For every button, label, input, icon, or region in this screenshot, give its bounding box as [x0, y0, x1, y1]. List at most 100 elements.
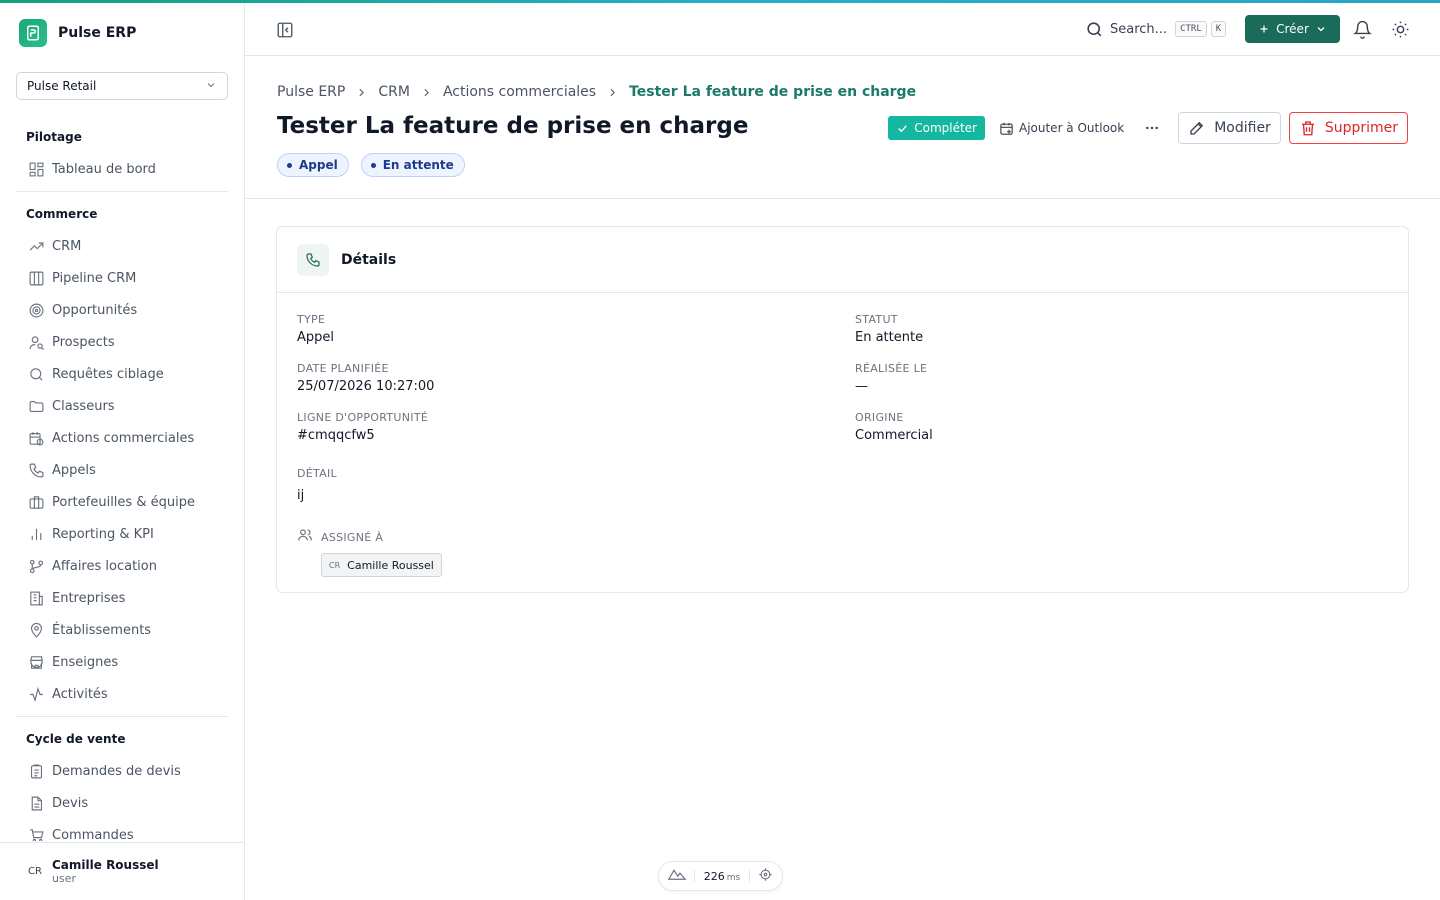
page-actions: Compléter Ajouter à Outlook Modifier Sup… [888, 112, 1408, 144]
nav-divider [16, 191, 228, 192]
sidebar-item-opportunites[interactable]: Opportunités [16, 294, 228, 326]
shortcut-key: CTRL [1175, 21, 1207, 37]
sidebar-item-label: Requêtes ciblage [52, 366, 164, 382]
delete-button[interactable]: Supprimer [1288, 112, 1408, 144]
field-label: ORIGINE [855, 411, 904, 424]
field-label: STATUT [855, 313, 898, 326]
global-search[interactable]: Search... CTRL K [1085, 17, 1230, 41]
field-completed-on: RÉALISÉE LE — [855, 362, 927, 394]
sidebar-item-activites[interactable]: Activités [16, 678, 228, 710]
sidebar: Pulse ERP Pulse Retail Pilotage Tableau … [0, 3, 245, 900]
user-name: Camille Roussel [52, 858, 159, 872]
field-label: LIGNE D'OPPORTUNITÉ [297, 411, 429, 424]
sidebar-item-prospects[interactable]: Prospects [16, 326, 228, 358]
sidebar-item-tableau-de-bord[interactable]: Tableau de bord [16, 153, 228, 185]
complete-button[interactable]: Compléter [888, 116, 985, 140]
phone-icon [297, 243, 329, 276]
chevron-down-icon [1317, 27, 1325, 32]
nav-section-title: Commerce [26, 207, 98, 221]
sidebar-item-requetes-ciblage[interactable]: Requêtes ciblage [16, 358, 228, 390]
brand[interactable]: Pulse ERP [19, 19, 136, 47]
sidebar-item-portefeuilles-equipe[interactable]: Portefeuilles & équipe [16, 486, 228, 518]
sidebar-item-enseignes[interactable]: Enseignes [16, 646, 228, 678]
status-badge: En attente [360, 153, 465, 177]
theme-toggle-button[interactable] [1389, 17, 1411, 41]
target-icon [26, 300, 46, 320]
search-label: Search... [1110, 21, 1168, 37]
building-icon [26, 588, 46, 608]
sidebar-item-label: Pipeline CRM [52, 270, 137, 286]
pencil-icon [1188, 119, 1206, 137]
sidebar-item-actions-commerciales[interactable]: Actions commerciales [16, 422, 228, 454]
map-pin-icon [26, 620, 46, 640]
field-value[interactable]: #cmqqcfw5 [297, 428, 428, 443]
sidebar-item-devis[interactable]: Devis [16, 787, 228, 819]
notifications-button[interactable] [1351, 17, 1373, 41]
branch-icon [26, 556, 46, 576]
field-value: — [855, 379, 868, 394]
sidebar-item-pipeline-crm[interactable]: Pipeline CRM [16, 262, 228, 294]
organization-select-value: Pulse Retail [27, 79, 97, 93]
sidebar-item-label: Reporting & KPI [52, 526, 154, 542]
sidebar-item-label: Tableau de bord [52, 161, 156, 177]
sidebar-item-label: Activités [52, 686, 108, 702]
add-to-outlook-button[interactable]: Ajouter à Outlook [999, 121, 1124, 136]
sidebar-item-commandes[interactable]: Commandes [16, 819, 228, 841]
breadcrumb-item[interactable]: Actions commerciales [443, 84, 596, 100]
field-label: DÉTAIL [297, 467, 337, 480]
assignee-initials: CR [329, 560, 341, 570]
sidebar-item-classeurs[interactable]: Classeurs [16, 390, 228, 422]
delete-button-label: Supprimer [1324, 120, 1398, 136]
sidebar-item-label: Opportunités [52, 302, 138, 318]
response-time: 226 ms [704, 870, 740, 883]
edit-button[interactable]: Modifier [1178, 112, 1281, 144]
field-label: DATE PLANIFIÉE [297, 362, 389, 375]
bell-icon [1352, 20, 1372, 39]
avatar: CR [28, 866, 42, 877]
sidebar-item-label: Entreprises [52, 590, 126, 606]
user-menu[interactable]: CR Camille Roussel user [0, 842, 244, 900]
performance-indicator[interactable]: 226 ms [658, 861, 783, 891]
sidebar-item-label: Appels [52, 462, 96, 478]
assigned-label: ASSIGNÉ À [321, 530, 384, 544]
assignee-chip[interactable]: CR Camille Roussel [321, 553, 442, 577]
sidebar-item-affaires-location[interactable]: Affaires location [16, 550, 228, 582]
clipboard-icon [26, 761, 46, 781]
sidebar-item-crm[interactable]: CRM [16, 230, 228, 262]
organization-select[interactable]: Pulse Retail [16, 72, 228, 100]
sidebar-toggle-button[interactable] [273, 18, 297, 42]
sidebar-collapse-icon [277, 22, 293, 38]
sidebar-item-label: Demandes de devis [52, 763, 181, 779]
sidebar-item-demandes-de-devis[interactable]: Demandes de devis [16, 755, 228, 787]
calendar-clock-icon [26, 428, 46, 448]
details-card-title: Détails [341, 251, 397, 268]
mountain-icon [667, 867, 687, 885]
edit-button-label: Modifier [1214, 120, 1271, 136]
crosshair-icon [758, 867, 773, 886]
folder-icon [26, 396, 46, 416]
sidebar-item-etablissements[interactable]: Établissements [16, 614, 228, 646]
sidebar-nav: Pilotage Tableau de bord Commerce CRM Pi… [16, 121, 228, 841]
sun-icon [1392, 21, 1408, 37]
complete-button-label: Compléter [914, 121, 977, 135]
response-time-value: 226 [703, 869, 725, 883]
field-value: Appel [297, 330, 335, 345]
search-icon [1087, 21, 1102, 36]
more-actions-button[interactable] [1140, 116, 1164, 140]
field-opportunity-line: LIGNE D'OPPORTUNITÉ #cmqqcfw5 [297, 411, 428, 443]
sidebar-item-appels[interactable]: Appels [16, 454, 228, 486]
breadcrumb-item[interactable]: Pulse ERP [277, 84, 345, 100]
field-value: Commercial [855, 428, 933, 443]
field-status: STATUT En attente [855, 313, 923, 345]
dashboard-icon [26, 159, 46, 179]
columns-icon [26, 268, 46, 288]
check-icon [896, 122, 909, 135]
chevron-right-icon [420, 86, 433, 99]
badge-label: En attente [382, 158, 454, 172]
sidebar-item-entreprises[interactable]: Entreprises [16, 582, 228, 614]
sidebar-item-reporting-kpi[interactable]: Reporting & KPI [16, 518, 228, 550]
breadcrumb-item[interactable]: CRM [378, 84, 410, 100]
create-button[interactable]: Créer [1245, 15, 1340, 43]
users-icon [297, 527, 313, 547]
briefcase-icon [26, 492, 46, 512]
